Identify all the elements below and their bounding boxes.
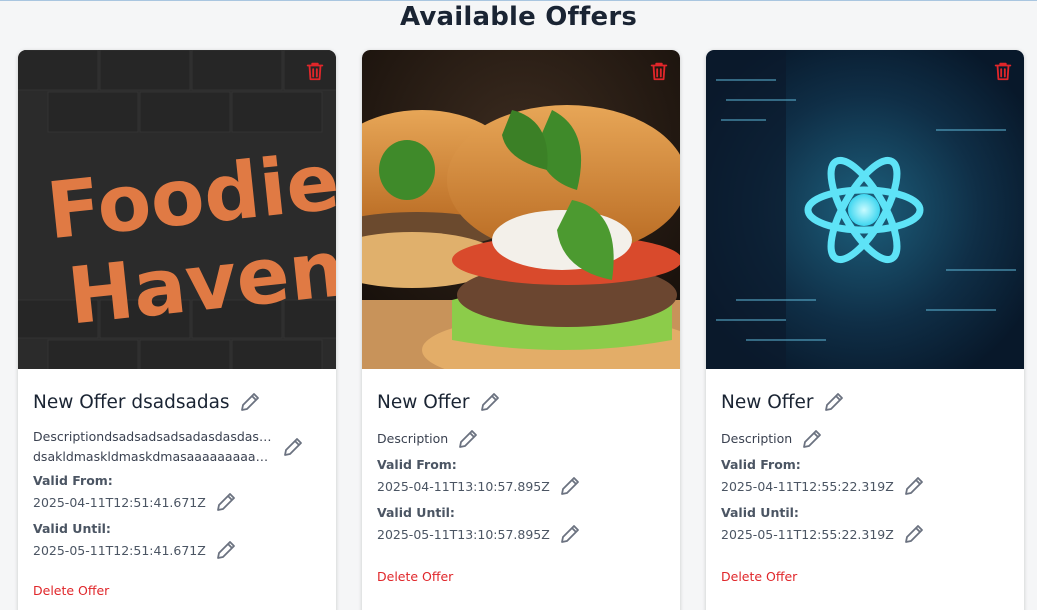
pencil-icon[interactable]	[902, 474, 926, 498]
trash-icon[interactable]	[648, 59, 670, 83]
offer-image-foodie-haven: Foodie Haven	[18, 50, 336, 369]
valid-until-value: 2025-05-11T12:51:41.671Z	[33, 542, 206, 558]
offer-description: Description	[377, 431, 449, 446]
pencil-icon[interactable]	[558, 474, 582, 498]
pencil-icon[interactable]	[478, 390, 502, 414]
page-title: Available Offers	[399, 2, 638, 32]
valid-from-value: 2025-04-11T12:51:41.671Z	[33, 494, 206, 510]
delete-offer-link[interactable]: Delete Offer	[721, 569, 797, 584]
delete-offer-link[interactable]: Delete Offer	[377, 569, 453, 584]
offer-title: New Offer dsadsadas	[33, 391, 230, 413]
valid-from-label: Valid From:	[33, 473, 113, 488]
pencil-icon[interactable]	[281, 435, 305, 459]
trash-icon[interactable]	[992, 59, 1014, 83]
pencil-icon[interactable]	[902, 522, 926, 546]
valid-until-label: Valid Until:	[33, 521, 111, 536]
top-divider	[0, 0, 1037, 1]
valid-from-value: 2025-04-11T13:10:57.895Z	[377, 478, 550, 494]
pencil-icon[interactable]	[822, 390, 846, 414]
pencil-icon[interactable]	[238, 390, 262, 414]
valid-until-value: 2025-05-11T13:10:57.895Z	[377, 526, 550, 542]
offer-description: Descriptiondsadsadsadsadasdasdasd... dsa…	[33, 429, 273, 464]
offer-title: New Offer	[377, 391, 470, 413]
pencil-icon[interactable]	[558, 522, 582, 546]
trash-icon[interactable]	[304, 59, 326, 83]
delete-offer-link[interactable]: Delete Offer	[33, 583, 109, 598]
valid-from-value: 2025-04-11T12:55:22.319Z	[721, 478, 894, 494]
offer-image-react	[706, 50, 1024, 369]
valid-until-label: Valid Until:	[377, 505, 455, 520]
offer-description: Description	[721, 431, 793, 446]
valid-until-label: Valid Until:	[721, 505, 799, 520]
valid-until-value: 2025-05-11T12:55:22.319Z	[721, 526, 894, 542]
offer-card: Foodie Haven New Offer dsadsadas Descrip…	[18, 50, 336, 610]
pencil-icon[interactable]	[800, 427, 824, 451]
offer-image-burger	[362, 50, 680, 369]
react-atom-illustration	[706, 50, 1024, 369]
valid-from-label: Valid From:	[377, 457, 457, 472]
foodie-haven-logo: Foodie Haven	[18, 50, 336, 369]
offer-title: New Offer	[721, 391, 814, 413]
offer-card: New Offer Description Valid From: 2025-0…	[362, 50, 680, 610]
pencil-icon[interactable]	[456, 427, 480, 451]
offer-card: New Offer Description Valid From: 2025-0…	[706, 50, 1024, 610]
pencil-icon[interactable]	[214, 538, 238, 562]
burger-photo	[362, 50, 680, 369]
valid-from-label: Valid From:	[721, 457, 801, 472]
pencil-icon[interactable]	[214, 490, 238, 514]
